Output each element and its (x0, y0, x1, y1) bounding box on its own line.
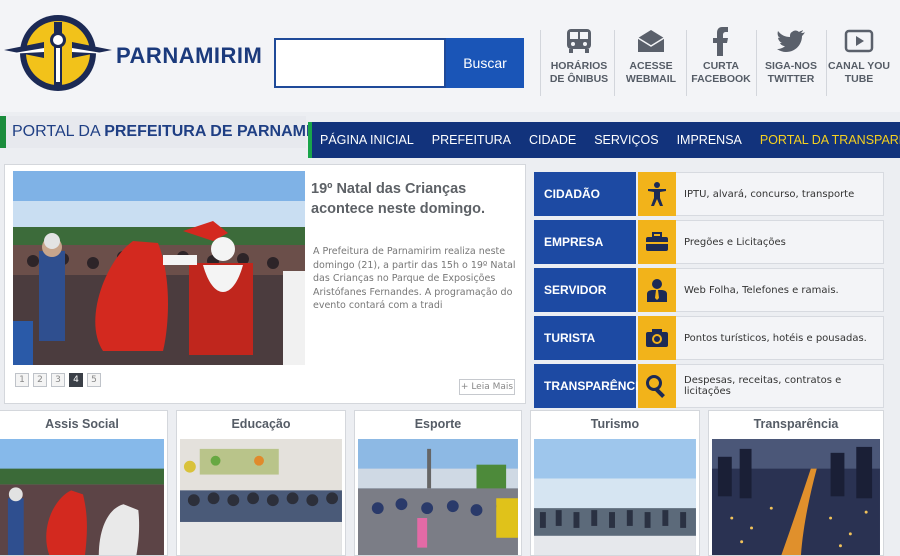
service-icon-box (638, 172, 676, 216)
category-title: Turismo (590, 417, 640, 431)
news-title[interactable]: 19º Natal das Crianças acontece neste do… (311, 179, 517, 219)
pager-page-3[interactable]: 3 (51, 373, 65, 387)
category-title: Transparência (753, 417, 839, 431)
news-excerpt: A Prefeitura de Parnamirim realiza neste… (313, 246, 516, 311)
category-photo (534, 439, 696, 555)
quick-link-webmail[interactable]: ACESSE WEBMAIL (616, 26, 686, 86)
portal-title-bold: PREFEITURA DE PARNAMIRIM (104, 123, 340, 140)
service-label: CIDADÃO (534, 172, 636, 216)
quick-link-youtube[interactable]: CANAL YOU TUBE (824, 26, 894, 86)
quick-link-label: HORÁRIOS DE ÔNIBUS (549, 60, 609, 85)
facebook-icon (713, 27, 728, 56)
category-title: Esporte (414, 417, 462, 431)
nav-prefeitura[interactable]: PREFEITURA (432, 133, 511, 147)
category-transparencia[interactable]: Transparência (708, 410, 884, 556)
service-transparencia[interactable]: TRANSPARÊNCIA Despesas, receitas, contra… (534, 364, 884, 408)
youtube-icon (844, 29, 874, 53)
service-label: EMPRESA (534, 220, 636, 264)
pager-page-1[interactable]: 1 (15, 373, 29, 387)
news-photo[interactable] (13, 171, 305, 365)
nav-servicos[interactable]: SERVIÇOS (594, 133, 658, 147)
category-assis-social[interactable]: Assis Social (0, 410, 168, 556)
service-servidor[interactable]: SERVIDOR Web Folha, Telefones e ramais. (534, 268, 884, 312)
person-icon (648, 182, 666, 206)
pager-page-2[interactable]: 2 (33, 373, 47, 387)
search-button[interactable]: Buscar (446, 38, 524, 88)
category-turismo[interactable]: Turismo (530, 410, 700, 556)
quick-link-bus-schedule[interactable]: HORÁRIOS DE ÔNIBUS (544, 26, 614, 86)
service-icon-box (638, 220, 676, 264)
service-description: Pontos turísticos, hotéis e pousadas. (676, 316, 884, 360)
main-nav: PÁGINA INICIAL PREFEITURA CIDADE SERVIÇO… (308, 122, 900, 158)
service-icon-box (638, 364, 676, 408)
site-name[interactable]: PARNAMIRIM (116, 43, 262, 69)
envelope-icon (637, 30, 665, 52)
nav-home[interactable]: PÁGINA INICIAL (320, 133, 414, 147)
quick-link-facebook[interactable]: CURTA FACEBOOK (686, 26, 756, 86)
service-icon-box (638, 316, 676, 360)
category-title: Educação (231, 417, 291, 431)
quick-link-label: CURTA FACEBOOK (691, 60, 751, 85)
camera-icon (646, 329, 668, 347)
category-title: Assis Social (45, 417, 119, 431)
portal-title-bar: PORTAL DA PREFEITURA DE PARNAMIRIM (0, 116, 340, 148)
quick-link-label: SIGA-NOS TWITTER (765, 60, 817, 85)
site-header: PARNAMIRIM Buscar HORÁRIOS DE ÔNIBUS ACE… (0, 0, 900, 112)
magnifier-icon (646, 375, 665, 398)
service-empresa[interactable]: EMPRESA Pregões e Licitações (534, 220, 884, 264)
service-label: TRANSPARÊNCIA (534, 364, 647, 408)
quick-link-label: ACESSE WEBMAIL (625, 60, 677, 85)
divider (540, 30, 541, 96)
category-photo (0, 439, 164, 555)
category-esporte[interactable]: Esporte (354, 410, 522, 556)
quick-link-label: CANAL YOU TUBE (827, 60, 891, 85)
news-pager: 1 2 3 4 5 (15, 373, 101, 387)
category-educacao[interactable]: Educação (176, 410, 346, 556)
category-photo (358, 439, 518, 555)
search-input[interactable] (274, 38, 446, 88)
parnamirim-logo-icon[interactable] (4, 12, 112, 94)
service-description: IPTU, alvará, concurso, transporte (676, 172, 884, 216)
service-description: Despesas, receitas, contratos e licitaçõ… (676, 364, 884, 408)
portal-title[interactable]: PORTAL DA PREFEITURA DE PARNAMIRIM (12, 123, 340, 141)
news-slider: 19º Natal das Crianças acontece neste do… (4, 164, 526, 404)
nav-cidade[interactable]: CIDADE (529, 133, 576, 147)
service-label: TURISTA (534, 316, 636, 360)
service-description: Pregões e Licitações (676, 220, 884, 264)
employee-icon (647, 279, 667, 302)
portal-title-prefix: PORTAL DA (12, 123, 105, 140)
service-label: SERVIDOR (534, 268, 636, 312)
service-description: Web Folha, Telefones e ramais. (676, 268, 884, 312)
service-icon-box (638, 268, 676, 312)
nav-transparencia[interactable]: PORTAL DA TRANSPARÊNCIA (760, 133, 900, 147)
service-cidadao[interactable]: CIDADÃO IPTU, alvará, concurso, transpor… (534, 172, 884, 216)
category-photo (180, 439, 342, 555)
read-more-button[interactable]: + Leia Mais (459, 379, 515, 395)
nav-imprensa[interactable]: IMPRENSA (677, 133, 742, 147)
pager-page-5[interactable]: 5 (87, 373, 101, 387)
twitter-icon (777, 30, 805, 52)
divider (614, 30, 615, 96)
pager-page-4[interactable]: 4 (69, 373, 83, 387)
bus-icon (567, 29, 591, 53)
briefcase-icon (646, 232, 668, 251)
category-photo (712, 439, 880, 555)
quick-link-twitter[interactable]: SIGA-NOS TWITTER (756, 26, 826, 86)
service-turista[interactable]: TURISTA Pontos turísticos, hotéis e pous… (534, 316, 884, 360)
